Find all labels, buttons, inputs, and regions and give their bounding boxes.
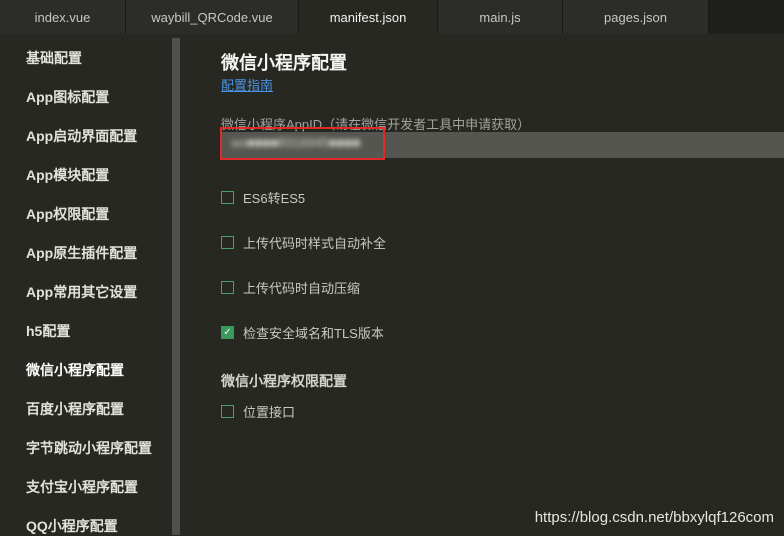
- sidebar-item-app-icon[interactable]: App图标配置: [26, 87, 109, 107]
- tab-bar-empty-space: [709, 0, 784, 34]
- sidebar-scrollbar[interactable]: [172, 38, 180, 535]
- option-auto-minify[interactable]: 上传代码时自动压缩: [221, 278, 360, 297]
- appid-input[interactable]: [221, 132, 784, 158]
- check-icon: ✓: [223, 328, 231, 338]
- checkbox[interactable]: [221, 405, 234, 418]
- editor-tab-bar: index.vue waybill_QRCode.vue manifest.js…: [0, 0, 784, 34]
- tab-label: pages.json: [604, 10, 667, 25]
- tab-label: manifest.json: [330, 10, 407, 25]
- page-title: 微信小程序配置: [221, 49, 347, 75]
- tab-index-vue[interactable]: index.vue: [0, 0, 126, 34]
- sidebar-item-qq-miniprogram[interactable]: QQ小程序配置: [26, 516, 118, 536]
- watermark: https://blog.csdn.net/bbxylqf126com: [535, 509, 774, 526]
- tab-manifest-json[interactable]: manifest.json: [299, 0, 438, 34]
- checkbox[interactable]: [221, 281, 234, 294]
- tab-label: waybill_QRCode.vue: [151, 10, 272, 25]
- checkbox-checked[interactable]: ✓: [221, 326, 234, 339]
- tab-main-js[interactable]: main.js: [438, 0, 563, 34]
- checkbox[interactable]: [221, 191, 234, 204]
- sidebar-item-app-splash[interactable]: App启动界面配置: [26, 126, 137, 146]
- tab-pages-json[interactable]: pages.json: [563, 0, 709, 34]
- tab-waybill-qrcode-vue[interactable]: waybill_QRCode.vue: [126, 0, 299, 34]
- sidebar-item-weixin-miniprogram[interactable]: 微信小程序配置: [26, 360, 124, 380]
- sidebar-item-h5[interactable]: h5配置: [26, 321, 70, 341]
- checkbox[interactable]: [221, 236, 234, 249]
- option-check-domain-tls[interactable]: ✓ 检查安全域名和TLS版本: [221, 323, 384, 342]
- sidebar-item-bytedance-miniprogram[interactable]: 字节跳动小程序配置: [26, 438, 152, 458]
- option-location-api[interactable]: 位置接口: [221, 402, 295, 421]
- option-label: ES6转ES5: [243, 188, 305, 207]
- sidebar-item-app-modules[interactable]: App模块配置: [26, 165, 109, 185]
- option-label: 位置接口: [243, 402, 295, 421]
- option-label: 上传代码时自动压缩: [243, 278, 360, 297]
- appid-label: 微信小程序AppID（请在微信开发者工具中申请获取）: [221, 114, 530, 133]
- tab-label: main.js: [479, 10, 520, 25]
- sidebar-item-baidu-miniprogram[interactable]: 百度小程序配置: [26, 399, 124, 419]
- option-label: 上传代码时样式自动补全: [243, 233, 386, 252]
- config-guide-link[interactable]: 配置指南: [221, 75, 273, 94]
- option-es6-to-es5[interactable]: ES6转ES5: [221, 188, 305, 207]
- main-panel: 微信小程序配置 配置指南 微信小程序AppID（请在微信开发者工具中申请获取） …: [180, 34, 784, 535]
- sidebar-item-alipay-miniprogram[interactable]: 支付宝小程序配置: [26, 477, 138, 497]
- sidebar-item-app-other-settings[interactable]: App常用其它设置: [26, 282, 137, 302]
- sidebar-item-app-permissions[interactable]: App权限配置: [26, 204, 109, 224]
- sidebar-item-app-native-plugins[interactable]: App原生插件配置: [26, 243, 137, 263]
- config-sidebar: 基础配置 App图标配置 App启动界面配置 App模块配置 App权限配置 A…: [0, 34, 172, 535]
- permissions-section-title: 微信小程序权限配置: [221, 371, 347, 391]
- tab-label: index.vue: [35, 10, 91, 25]
- sidebar-item-basic[interactable]: 基础配置: [26, 48, 82, 68]
- option-label: 检查安全域名和TLS版本: [243, 323, 384, 342]
- option-style-autoprefix[interactable]: 上传代码时样式自动补全: [221, 233, 386, 252]
